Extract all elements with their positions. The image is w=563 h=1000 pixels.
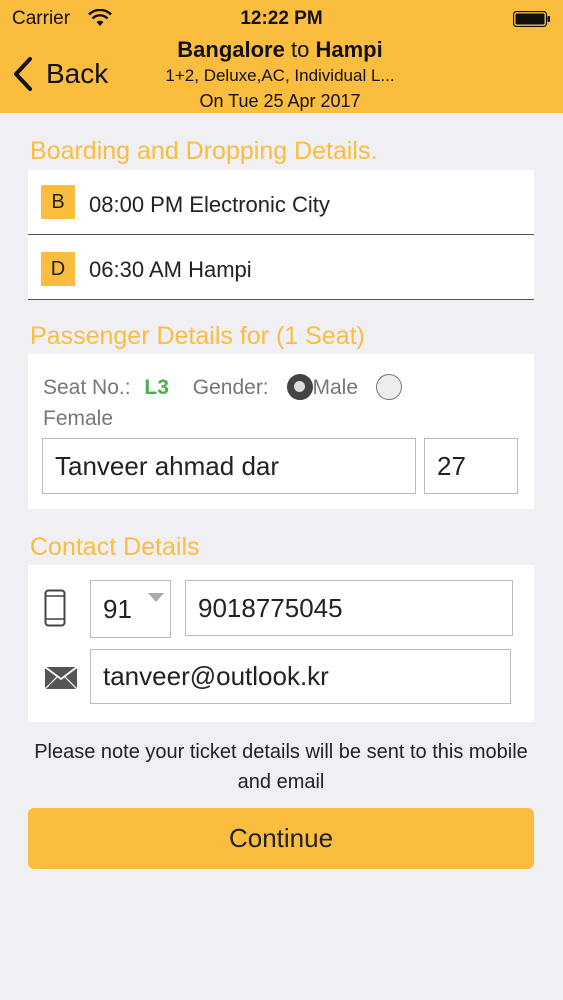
- boarding-point-text: 08:00 PM Electronic City: [89, 192, 330, 217]
- passenger-name-value: Tanveer ahmad dar: [55, 450, 280, 481]
- country-code-select[interactable]: 91: [90, 580, 171, 638]
- passenger-section-title: Passenger Details for (1 Seat): [30, 322, 365, 350]
- route-from: Bangalore: [177, 37, 285, 62]
- email-input[interactable]: tanveer@outlook.kr: [90, 649, 511, 704]
- phone-number-input[interactable]: 9018775045: [185, 580, 513, 636]
- dropping-badge: D: [41, 252, 75, 286]
- boarding-section-title: Boarding and Dropping Details.: [30, 137, 378, 165]
- route-to-word: to: [290, 37, 310, 62]
- battery-icon: [513, 11, 550, 27]
- gender-label: Gender:: [192, 376, 269, 399]
- status-bar: Carrier 12:22 PM: [0, 0, 563, 38]
- female-option-label[interactable]: Female: [43, 407, 113, 430]
- passenger-age-value: 27: [437, 450, 466, 481]
- male-radio[interactable]: [286, 374, 313, 400]
- phone-number-value: 9018775045: [198, 592, 343, 623]
- dropping-point-text: 06:30 AM Hampi: [89, 257, 252, 282]
- passenger-name-input[interactable]: Tanveer ahmad dar: [42, 438, 416, 494]
- back-button[interactable]: Back: [12, 52, 108, 96]
- chevron-left-icon: [14, 57, 32, 91]
- back-label: Back: [46, 58, 109, 89]
- envelope-icon: [45, 667, 77, 689]
- seat-label: Seat No.:: [43, 376, 131, 399]
- passenger-age-input[interactable]: 27: [424, 438, 518, 494]
- mobile-phone-icon: [44, 589, 66, 627]
- female-radio[interactable]: [375, 374, 402, 400]
- seat-number: L3: [144, 376, 169, 399]
- continue-button[interactable]: Continue: [28, 808, 534, 869]
- ticket-note: Please note your ticket details will be …: [34, 741, 528, 793]
- email-value: tanveer@outlook.kr: [103, 661, 329, 691]
- boarding-point-row[interactable]: B 08:00 PM Electronic City: [28, 170, 534, 235]
- navigation-header: Carrier 12:22 PM Back Bangalore to Hampi…: [0, 0, 563, 113]
- route-title: Bangalore to Hampi: [130, 36, 430, 64]
- contact-section-title: Contact Details: [30, 533, 200, 561]
- trip-summary: Bangalore to Hampi 1+2, Deluxe,AC, Indiv…: [130, 36, 430, 114]
- country-code-value: 91: [103, 593, 132, 624]
- caret-down-icon: [148, 593, 164, 602]
- journey-date: On Tue 25 Apr 2017: [199, 91, 361, 111]
- route-to: Hampi: [315, 37, 383, 62]
- status-time: 12:22 PM: [240, 8, 323, 29]
- seat-gender-line: Seat No.: L3 Gender: Male Female: [43, 372, 523, 434]
- dropping-point-row[interactable]: D 06:30 AM Hampi: [28, 235, 534, 300]
- male-option-label[interactable]: Male: [313, 376, 359, 399]
- bus-info: 1+2, Deluxe,AC, Individual L...: [165, 66, 395, 85]
- boarding-badge: B: [41, 185, 75, 219]
